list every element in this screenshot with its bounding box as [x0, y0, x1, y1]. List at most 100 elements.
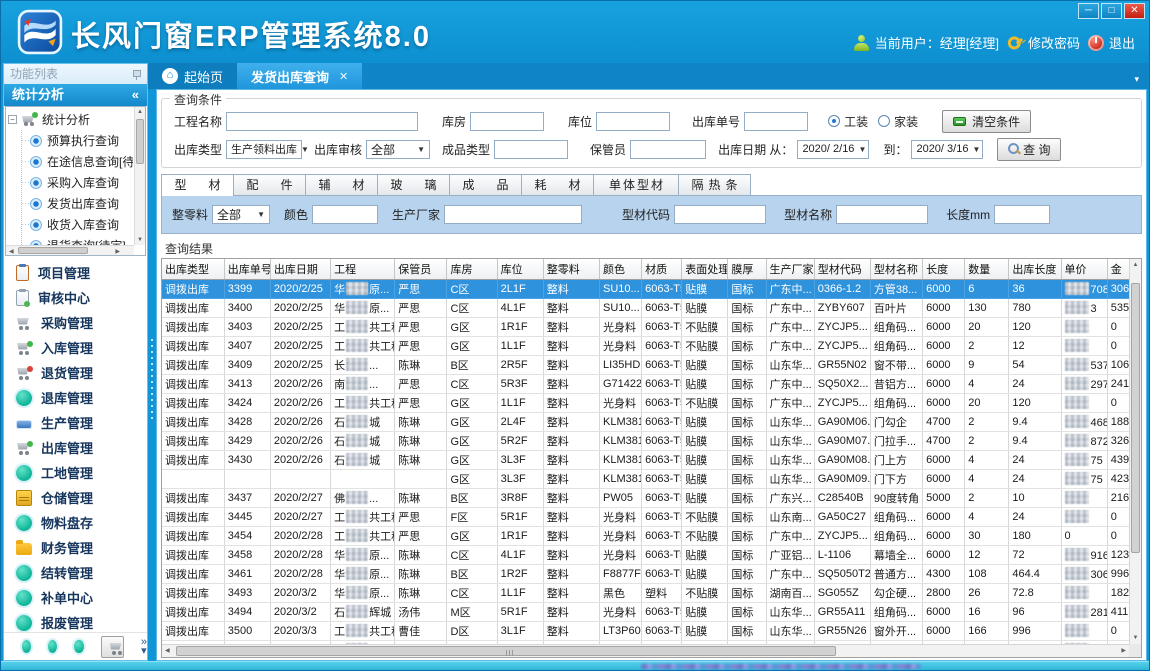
overflow-chevron[interactable]: »▾	[141, 638, 147, 656]
sidebar-item-15[interactable]: 报废管理	[4, 610, 147, 632]
sidebar-item-12[interactable]: 财务管理	[4, 535, 147, 560]
sidebar-item-14[interactable]: 补单中心	[4, 585, 147, 610]
material-tab-2[interactable]: 配 件	[233, 174, 306, 195]
order-no-input[interactable]	[744, 112, 808, 131]
product-type-input[interactable]	[494, 140, 568, 159]
tree-item[interactable]: 在途信息查询[待	[22, 151, 133, 172]
tree-item[interactable]: 发货出库查询	[22, 193, 133, 214]
table-row[interactable]: 调拨出库34072020/2/25工共工程严思G区1L1F整料光身料6063-T…	[162, 336, 1129, 355]
minimize-button[interactable]: ─	[1078, 3, 1099, 19]
table-row[interactable]: G区3L3F整料KLM38176063-T5贴膜国标山东华...GA90M09.…	[162, 469, 1129, 488]
splitter-handle[interactable]	[148, 89, 156, 661]
table-row[interactable]: 调拨出库34292020/2/26石城陈琳G区5R2F整料KLM38176063…	[162, 431, 1129, 450]
table-row[interactable]: 调拨出库33992020/2/25华原...严思C区2L1F整料SU10...6…	[162, 279, 1129, 298]
radio-gongzhuang[interactable]: 工装	[828, 113, 868, 130]
table-row[interactable]: 调拨出库34372020/2/27佛...陈琳B区3R8F整料PW056063-…	[162, 488, 1129, 507]
column-header[interactable]: 出库长度	[1009, 259, 1061, 279]
sidebar-item-6[interactable]: 退库管理	[4, 385, 147, 410]
sidebar-item-10[interactable]: 仓储管理	[4, 485, 147, 510]
table-row[interactable]: 调拨出库34242020/2/26工共工程严思G区1L1F整料光身料6063-T…	[162, 393, 1129, 412]
table-row[interactable]: 调拨出库34032020/2/25工共工程严思G区1R1F整料光身料6063-T…	[162, 317, 1129, 336]
tree-expander-icon[interactable]: −	[8, 115, 17, 124]
tree-item[interactable]: 收货入库查询	[22, 214, 133, 235]
table-row[interactable]: 调拨出库34942020/3/2石辉城汤伟M区5R1F整料光身料6063-T5贴…	[162, 602, 1129, 621]
table-row[interactable]: 调拨出库34302020/2/26石城陈琳G区3L3F整料KLM38176063…	[162, 450, 1129, 469]
out-type-select[interactable]: 生产领料出库 ▼	[226, 140, 302, 159]
column-header[interactable]: 膜厚	[728, 259, 766, 279]
vertical-scrollbar[interactable]: ▲ ▼	[1129, 259, 1141, 644]
column-header[interactable]: 生产厂家	[766, 259, 814, 279]
column-header[interactable]: 工程	[331, 259, 395, 279]
material-tab-5[interactable]: 成 品	[449, 174, 522, 195]
collapse-icon[interactable]: «	[132, 84, 139, 106]
tree-item[interactable]: 采购入库查询	[22, 172, 133, 193]
project-name-input[interactable]	[226, 112, 418, 131]
search-button[interactable]: 查 询	[997, 138, 1061, 161]
tree-vertical-scrollbar[interactable]: ▲ ▼	[134, 107, 145, 245]
whole-part-select[interactable]: 全部 ▼	[212, 205, 270, 224]
column-header[interactable]: 金	[1107, 259, 1129, 279]
table-row[interactable]: 调拨出库34542020/2/28工共工程严思G区1R1F整料光身料6063-T…	[162, 526, 1129, 545]
column-header[interactable]: 型材名称	[870, 259, 922, 279]
tab-shipment-query[interactable]: 发货出库查询 ✕	[237, 63, 362, 89]
column-header[interactable]: 表面处理	[682, 259, 728, 279]
horizontal-scrollbar[interactable]: ◀ ▶	[162, 644, 1129, 657]
table-row[interactable]: 调拨出库34092020/2/25长...陈琳B区2R5F整料LI35HD606…	[162, 355, 1129, 374]
column-header[interactable]: 材质	[642, 259, 682, 279]
stats-group-header[interactable]: 统计分析 «	[4, 84, 147, 106]
column-header[interactable]: 型材代码	[814, 259, 870, 279]
sidebar-item-13[interactable]: 结转管理	[4, 560, 147, 585]
manufacturer-input[interactable]	[444, 205, 582, 224]
tree-horizontal-scrollbar[interactable]: ◀ ▶	[6, 245, 134, 255]
column-header[interactable]: 库房	[447, 259, 497, 279]
column-header[interactable]: 出库日期	[270, 259, 330, 279]
color-input[interactable]	[312, 205, 378, 224]
pin-icon[interactable]	[132, 69, 141, 80]
column-header[interactable]: 保管员	[395, 259, 447, 279]
column-header[interactable]: 出库单号	[224, 259, 270, 279]
table-row[interactable]: 调拨出库34612020/2/28华原...陈琳B区1R2F整料F8877FT6…	[162, 564, 1129, 583]
tree-item[interactable]: 退货查询[待定]	[22, 235, 133, 245]
date-to-picker[interactable]: 2020/ 3/16 ▼	[911, 140, 983, 159]
material-tab-1[interactable]: 型 材	[161, 174, 234, 195]
maximize-button[interactable]: □	[1101, 3, 1122, 19]
module-dot-icon[interactable]	[74, 640, 83, 653]
warehouse-input[interactable]	[470, 112, 544, 131]
material-tab-4[interactable]: 玻 璃	[377, 174, 450, 195]
sidebar-item-7[interactable]: 生产管理	[4, 410, 147, 435]
audit-select[interactable]: 全部 ▼	[366, 140, 430, 159]
sidebar-item-1[interactable]: 项目管理	[4, 260, 147, 285]
material-tab-8[interactable]: 隔热条	[678, 174, 751, 195]
table-row[interactable]: 调拨出库34282020/2/26石城陈琳G区2L4F整料KLM38176063…	[162, 412, 1129, 431]
material-tab-7[interactable]: 单体型材	[593, 174, 679, 195]
column-header[interactable]: 整零料	[543, 259, 599, 279]
column-header[interactable]: 出库类型	[162, 259, 224, 279]
sidebar-item-8[interactable]: 出库管理	[4, 435, 147, 460]
sidebar-item-3[interactable]: 采购管理	[4, 310, 147, 335]
table-row[interactable]: 调拨出库35002020/3/3工共工程曹佳D区3L1F整料LT3P606063…	[162, 621, 1129, 640]
column-header[interactable]: 颜色	[599, 259, 641, 279]
table-row[interactable]: 调拨出库34002020/2/25华原...严思C区4L1F整料SU10...6…	[162, 298, 1129, 317]
table-row[interactable]: 调拨出库34132020/2/26南...严思C区5R3F整料G71422606…	[162, 374, 1129, 393]
table-row[interactable]: 调拨出库34582020/2/28华原...陈琳C区4L1F整料光身料6063-…	[162, 545, 1129, 564]
tree-item[interactable]: 预算执行查询	[22, 130, 133, 151]
column-header[interactable]: 单价	[1061, 259, 1107, 279]
tab-home[interactable]: ⌂ 起始页	[148, 63, 237, 89]
column-header[interactable]: 长度	[923, 259, 965, 279]
tree-root-node[interactable]: − 统计分析	[8, 109, 133, 130]
material-tab-6[interactable]: 耗 材	[521, 174, 594, 195]
length-input[interactable]	[994, 205, 1050, 224]
radio-jiazhuang[interactable]: 家装	[878, 113, 918, 130]
sidebar-item-2[interactable]: 审核中心	[4, 285, 147, 310]
sidebar-item-4[interactable]: 入库管理	[4, 335, 147, 360]
profile-name-input[interactable]	[836, 205, 928, 224]
module-dot-icon[interactable]	[48, 640, 57, 653]
column-header[interactable]: 库位	[497, 259, 543, 279]
location-input[interactable]	[596, 112, 670, 131]
material-tab-3[interactable]: 辅 材	[305, 174, 378, 195]
module-dot-icon[interactable]	[22, 640, 31, 653]
table-row[interactable]: 调拨出库34452020/2/27工共工程严思F区5R1F整料光身料6063-T…	[162, 507, 1129, 526]
sidebar-item-11[interactable]: 物料盘存	[4, 510, 147, 535]
keeper-input[interactable]	[630, 140, 706, 159]
close-button[interactable]: ✕	[1124, 3, 1145, 19]
